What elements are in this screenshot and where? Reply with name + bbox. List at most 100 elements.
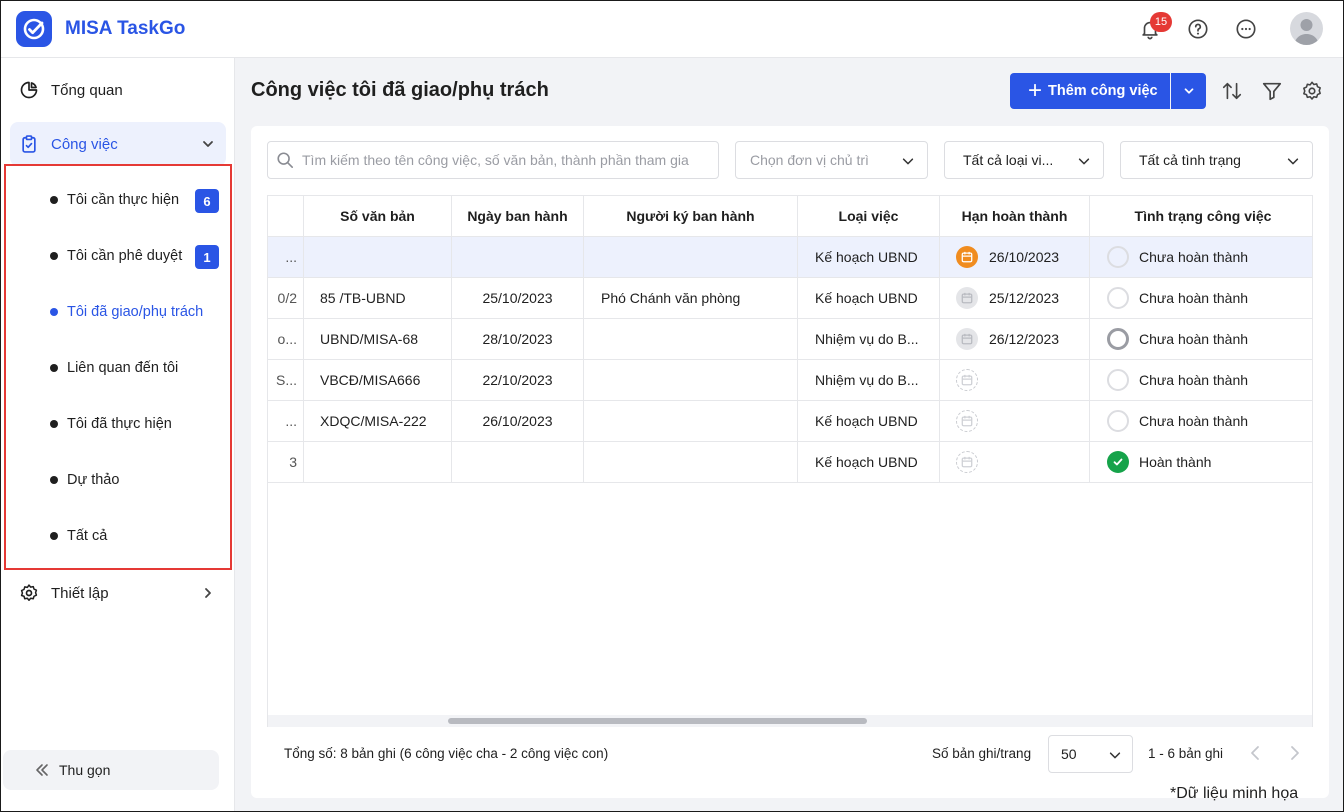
sidebar-item-to-do[interactable]: Tôi cần thực hiện 6 (10, 180, 226, 220)
search-icon (277, 152, 294, 169)
unit-select[interactable]: Chọn đơn vị chủ trì (735, 141, 928, 179)
calendar-icon[interactable] (956, 410, 978, 432)
sidebar-item-assigned[interactable]: Tôi đã giao/phụ trách (10, 292, 226, 332)
check-circle-icon (1107, 451, 1129, 473)
bullet-dot (50, 252, 58, 260)
status-circle-icon[interactable] (1107, 246, 1129, 268)
doc-number-cell: XDQC/MISA-222 (304, 401, 452, 441)
calendar-icon[interactable] (956, 246, 978, 268)
deadline-cell: 26/10/2023 (940, 237, 1090, 277)
next-page-icon[interactable] (1285, 744, 1303, 762)
search-input[interactable] (302, 152, 712, 168)
header-status[interactable]: Tình trạng công việc (1090, 196, 1312, 236)
settings-icon[interactable] (1300, 79, 1324, 103)
status-circle-icon[interactable] (1107, 369, 1129, 391)
type-select[interactable]: Tất cả loại vi... (944, 141, 1104, 179)
unit-select-value: Chọn đơn vị chủ trì (750, 152, 869, 168)
nav-overview-label: Tổng quan (51, 81, 123, 99)
header-doc-number[interactable]: Số văn bản (304, 196, 452, 236)
doc-number-cell: 85 /TB-UBND (304, 278, 452, 318)
count-badge: 1 (195, 245, 219, 269)
collapse-button[interactable]: Thu gọn (3, 750, 219, 790)
status-cell: Chưa hoàn thành (1090, 401, 1312, 441)
calendar-icon[interactable] (956, 328, 978, 350)
add-task-dropdown-button[interactable] (1171, 73, 1206, 109)
status-select[interactable]: Tất cả tình trạng (1120, 141, 1313, 179)
signer-cell: Phó Chánh văn phòng (584, 278, 798, 318)
calendar-icon[interactable] (956, 287, 978, 309)
illustration-note: *Dữ liệu minh họa (1170, 785, 1299, 802)
doc-number-cell: VBCĐ/MISA666 (304, 360, 452, 400)
app-logo-icon[interactable] (16, 11, 52, 47)
horizontal-scrollbar[interactable] (267, 715, 1313, 727)
calendar-icon[interactable] (956, 369, 978, 391)
status-text: Chưa hoàn thành (1139, 290, 1249, 306)
header-deadline[interactable]: Hạn hoàn thành (940, 196, 1090, 236)
per-page-value: 50 (1061, 746, 1077, 762)
scrollbar-thumb[interactable] (448, 718, 867, 724)
chevron-down-icon (1184, 88, 1193, 94)
header-task-type[interactable]: Loại việc (798, 196, 940, 236)
filter-icon[interactable] (1260, 79, 1284, 103)
issue-date-cell: 28/10/2023 (452, 319, 584, 359)
total-records: Tổng số: 8 bản ghi (6 công việc cha - 2 … (284, 746, 609, 761)
deadline-text: 26/12/2023 (989, 331, 1060, 347)
task-type-cell: Kế hoạch UBND (798, 278, 940, 318)
bullet-dot (50, 420, 58, 428)
deadline-cell: 26/12/2023 (940, 319, 1090, 359)
sidebar-item-draft[interactable]: Dự thảo (10, 460, 226, 500)
status-circle-icon[interactable] (1107, 328, 1129, 350)
header-cell-clipped (268, 196, 304, 236)
status-cell: Chưa hoàn thành (1090, 360, 1312, 400)
task-type-cell: Kế hoạch UBND (798, 401, 940, 441)
task-type-cell: Kế hoạch UBND (798, 237, 940, 277)
more-icon[interactable] (1233, 16, 1259, 42)
issue-date-cell (452, 237, 584, 277)
chevron-right-icon[interactable] (200, 585, 216, 601)
calendar-icon[interactable] (956, 451, 978, 473)
header-signer[interactable]: Người ký ban hành (584, 196, 798, 236)
sidebar-item-done[interactable]: Tôi đã thực hiện (10, 404, 226, 444)
deadline-text: 26/10/2023 (989, 249, 1060, 265)
signer-cell (584, 360, 798, 400)
table-row[interactable]: 0/2 85 /TB-UBND 25/10/2023 Phó Chánh văn ph… (268, 277, 1312, 318)
add-task-label: Thêm công việc (1048, 83, 1158, 99)
help-icon[interactable] (1185, 16, 1211, 42)
sidebar-item-label: Tôi cần thực hiện (67, 192, 180, 208)
per-page-select[interactable]: 50 (1048, 735, 1133, 773)
search-box[interactable] (267, 141, 719, 179)
sidebar-item-label: Tôi đã giao/phụ trách (67, 304, 204, 320)
double-chevron-left-icon (36, 764, 48, 776)
table-row[interactable]: o... UBND/MISA-68 28/10/2023 Nhiệm vụ do B.… (268, 318, 1312, 359)
type-select-value: Tất cả loại vi... (963, 152, 1054, 168)
avatar[interactable] (1290, 12, 1323, 45)
add-task-button[interactable]: + Thêm công việc (1010, 73, 1170, 109)
table-row[interactable]: ... Kế hoạch UBND 26/10/2023 Chưa hoàn thàn… (268, 236, 1312, 277)
issue-date-cell: 26/10/2023 (452, 401, 584, 441)
chevron-down-icon[interactable] (200, 136, 216, 152)
issue-date-cell (452, 442, 584, 482)
sidebar-item-related[interactable]: Liên quan đến tôi (10, 348, 226, 388)
sort-icon[interactable] (1220, 79, 1244, 103)
task-type-cell: Nhiệm vụ do B... (798, 360, 940, 400)
status-cell: Chưa hoàn thành (1090, 237, 1312, 277)
status-circle-icon[interactable] (1107, 410, 1129, 432)
deadline-cell: 25/12/2023 (940, 278, 1090, 318)
doc-number-cell: UBND/MISA-68 (304, 319, 452, 359)
clipped-cell: ... (268, 237, 304, 277)
status-text: Chưa hoàn thành (1139, 249, 1249, 265)
nav-tasks[interactable]: Công việc (10, 122, 226, 166)
nav-overview[interactable]: Tổng quan (10, 68, 226, 112)
plus-icon: + (1028, 77, 1043, 104)
sidebar-item-to-approve[interactable]: Tôi cần phê duyệt 1 (10, 236, 226, 276)
table-row[interactable]: 3 Kế hoạch UBND Hoàn thành (268, 441, 1312, 482)
nav-settings[interactable]: Thiết lập (10, 571, 226, 615)
collapse-label: Thu gọn (59, 762, 111, 778)
table-row[interactable]: ... XDQC/MISA-222 26/10/2023 Kế hoạch UBND C… (268, 400, 1312, 441)
header-issue-date[interactable]: Ngày ban hành (452, 196, 584, 236)
sidebar-item-all[interactable]: Tất cả (10, 516, 226, 556)
prev-page-icon[interactable] (1247, 744, 1265, 762)
sidebar-item-label: Liên quan đến tôi (67, 360, 179, 376)
status-circle-icon[interactable] (1107, 287, 1129, 309)
table-row[interactable]: S... VBCĐ/MISA666 22/10/2023 Nhiệm vụ do B.… (268, 359, 1312, 400)
